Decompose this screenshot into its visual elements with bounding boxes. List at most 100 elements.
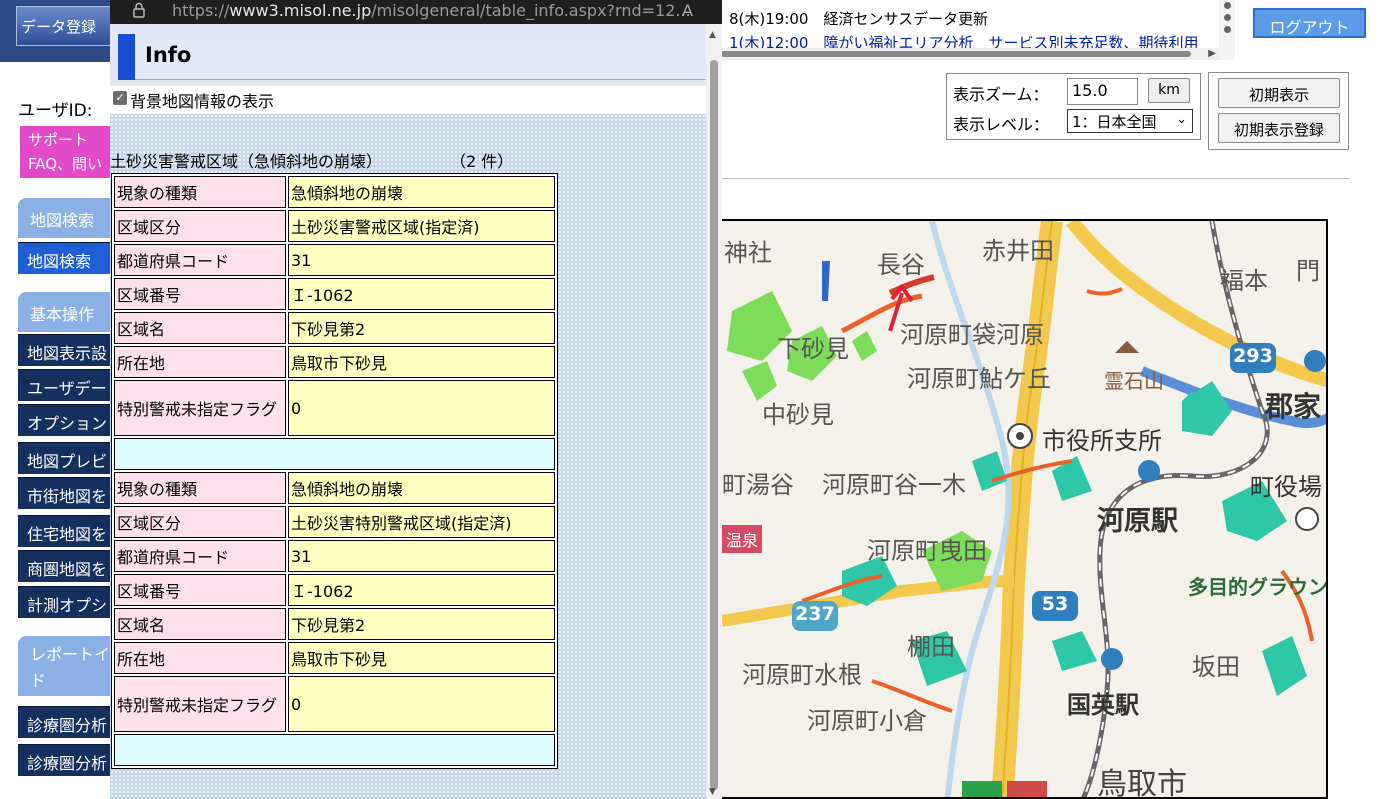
map-label: 神社 bbox=[724, 239, 772, 267]
separator-cell bbox=[114, 734, 555, 766]
section-report-label-2: ド bbox=[30, 671, 47, 690]
attr-key: 所在地 bbox=[114, 642, 286, 674]
map-label: 河原町小倉 bbox=[807, 707, 927, 735]
table-row: 所在地 鳥取市下砂見 bbox=[114, 346, 555, 378]
info-title: Info bbox=[145, 43, 192, 67]
data-register-button[interactable]: データ登録 bbox=[16, 6, 110, 46]
news-item[interactable]: 8(木)19:00 経済センサスデータ更新 bbox=[729, 8, 988, 29]
map-label: 河原町谷一木 bbox=[822, 471, 966, 499]
table-row: 都道府県コード 31 bbox=[114, 244, 555, 276]
scroll-down-icon[interactable]: ▼ bbox=[709, 787, 716, 797]
attr-key: 都道府県コード bbox=[114, 540, 286, 572]
sidebar-item-map-preview[interactable]: 地図プレビ bbox=[18, 442, 110, 474]
attr-key: 区域区分 bbox=[114, 210, 286, 242]
map-label: 坂田 bbox=[1192, 653, 1240, 681]
support-label-faq: FAQ、問い bbox=[28, 155, 103, 173]
reader-mode-icon[interactable]: A bbox=[682, 1, 693, 20]
table-row: 現象の種類 急傾斜地の崩壊 bbox=[114, 472, 555, 504]
onsen-badge: 温泉 bbox=[722, 525, 763, 553]
support-label: サポート bbox=[28, 131, 89, 149]
attr-value: 31 bbox=[288, 244, 555, 276]
sidebar-item-clinic-analysis-1[interactable]: 診療圏分析 bbox=[18, 706, 110, 738]
attr-key: 区域区分 bbox=[114, 506, 286, 538]
map-label: 河原町曳田 bbox=[867, 537, 987, 565]
url-prefix: https:// bbox=[172, 1, 230, 20]
attr-value: 31 bbox=[288, 540, 555, 572]
zoom-input[interactable]: 15.0 bbox=[1067, 78, 1138, 105]
map-label: 河原町水根 bbox=[742, 661, 862, 689]
map-label: 福本 bbox=[1220, 267, 1268, 295]
popup-vertical-scrollbar[interactable]: ▲ ▼ bbox=[706, 24, 722, 799]
sidebar-item-clinic-analysis-2[interactable]: 診療圏分析 bbox=[18, 744, 110, 776]
attr-value: 土砂災害警戒区域(指定済) bbox=[288, 210, 555, 242]
attr-key: 都道府県コード bbox=[114, 244, 286, 276]
attribute-tables: 現象の種類 急傾斜地の崩壊 区域区分 土砂災害警戒区域(指定済) 都道府県コード 31… bbox=[111, 173, 558, 769]
sidebar-item-trade-area-map[interactable]: 商圏地図を bbox=[18, 550, 110, 582]
map-label: 長谷 bbox=[877, 251, 925, 279]
zoom-unit-button[interactable]: km bbox=[1148, 78, 1190, 103]
address-bar[interactable]: https://www3.misol.ne.jp/misolgeneral/ta… bbox=[110, 0, 722, 24]
table-row: 区域区分 土砂災害警戒区域(指定済) bbox=[114, 210, 555, 242]
attr-value: 下砂見第2 bbox=[288, 608, 555, 640]
bg-map-toggle[interactable]: ✓ 背景地図情報の表示 bbox=[110, 86, 706, 114]
attr-value: 急傾斜地の崩壊 bbox=[288, 472, 555, 504]
sidebar-item-city-map[interactable]: 市街地図を bbox=[18, 477, 110, 509]
initial-view-button[interactable]: 初期表示 bbox=[1218, 78, 1340, 108]
table-row: 区域区分 土砂災害特別警戒区域(指定済) bbox=[114, 506, 555, 538]
record-separator bbox=[114, 734, 555, 766]
initial-view-panel: 初期表示 初期表示登録 bbox=[1208, 72, 1349, 150]
sidebar-item-measure-options[interactable]: 計測オプシ bbox=[18, 586, 110, 618]
initial-view-register-button[interactable]: 初期表示登録 bbox=[1218, 113, 1340, 143]
attr-key: 特別警戒未指定フラグ bbox=[114, 380, 286, 436]
sidebar-content: ユーザID: サポート FAQ、問い 地図検索 地図検索 基本操作 地図表示設 … bbox=[0, 62, 110, 799]
attr-value: 下砂見第2 bbox=[288, 312, 555, 344]
news-horizontal-scrollbar[interactable]: ▶ bbox=[721, 48, 1220, 60]
attr-value: 鳥取市下砂見 bbox=[288, 642, 555, 674]
support-button[interactable]: サポート FAQ、問い bbox=[20, 126, 110, 178]
sidebar-item-housing-map[interactable]: 住宅地図を bbox=[18, 515, 110, 547]
chevron-down-icon: ⌄ bbox=[1176, 112, 1187, 127]
sidebar-item-map-search[interactable]: 地図検索 bbox=[18, 242, 110, 274]
info-accent-bar bbox=[118, 34, 135, 80]
table-row: 所在地 鳥取市下砂見 bbox=[114, 642, 555, 674]
sidebar-item-options[interactable]: オプション bbox=[18, 404, 110, 436]
news-ticker: 8(木)19:00 経済センサスデータ更新 1(木)12:00 障がい福祉エリア… bbox=[720, 0, 1235, 60]
bg-map-checkbox-label: 背景地図情報の表示 bbox=[130, 92, 275, 111]
attr-key: 所在地 bbox=[114, 346, 286, 378]
section-report-label: レポートイ bbox=[30, 645, 110, 664]
level-select[interactable]: 1：日本全国 ⌄ bbox=[1067, 109, 1193, 133]
section-report[interactable]: レポートイ ド bbox=[18, 636, 110, 696]
attribute-table: 現象の種類 急傾斜地の崩壊 区域区分 土砂災害警戒区域(指定済) 都道府県コード 31… bbox=[112, 174, 557, 768]
app-sidebar: ユーザID: サポート FAQ、問い 地図検索 地図検索 基本操作 地図表示設 … bbox=[0, 0, 110, 799]
logout-button[interactable]: ログアウト bbox=[1253, 8, 1366, 38]
attr-key: 特別警戒未指定フラグ bbox=[114, 676, 286, 732]
map-label: 霊石山 bbox=[1104, 369, 1164, 393]
url-text[interactable]: https://www3.misol.ne.jp/misolgeneral/ta… bbox=[172, 1, 691, 20]
section-basic-ops[interactable]: 基本操作 bbox=[18, 292, 110, 332]
map-label: 町役場 bbox=[1250, 473, 1322, 501]
map-label: 町湯谷 bbox=[722, 471, 794, 499]
url-host: www3.misol.ne.jp bbox=[229, 1, 372, 20]
scroll-right-icon[interactable]: ▶ bbox=[1208, 48, 1216, 59]
scroll-up-icon[interactable]: ▲ bbox=[709, 30, 716, 40]
scroll-thumb[interactable] bbox=[710, 60, 718, 790]
record-count: （2 件） bbox=[450, 152, 514, 171]
attr-key: 区域名 bbox=[114, 608, 286, 640]
table-row: 区域名 下砂見第2 bbox=[114, 312, 555, 344]
scroll-thumb[interactable] bbox=[721, 51, 1191, 57]
attr-value: 鳥取市下砂見 bbox=[288, 346, 555, 378]
attr-key: 区域名 bbox=[114, 312, 286, 344]
checkbox-checked-icon[interactable]: ✓ bbox=[113, 91, 127, 105]
map-label: 鳥取市 bbox=[1097, 767, 1187, 799]
map-label: 市役所支所 bbox=[1042, 427, 1162, 455]
scroll-dot bbox=[1224, 2, 1231, 9]
sidebar-item-user-data[interactable]: ユーザデー bbox=[18, 369, 110, 401]
table-row: 現象の種類 急傾斜地の崩壊 bbox=[114, 176, 555, 208]
user-id-label: ユーザID: bbox=[18, 101, 93, 121]
section-map-search[interactable]: 地図検索 bbox=[18, 198, 110, 238]
map-label: 河原町袋河原 bbox=[900, 321, 1044, 349]
map-view[interactable]: 神社 長谷 赤井田 福本 門 河原町袋河原 下砂見 河原町鮎ケ丘 霊石山 郡家 … bbox=[720, 219, 1328, 799]
news-vertical-scrollbar[interactable] bbox=[1219, 0, 1235, 60]
sidebar-item-map-display-settings[interactable]: 地図表示設 bbox=[18, 334, 110, 366]
lock-icon[interactable] bbox=[132, 2, 146, 18]
